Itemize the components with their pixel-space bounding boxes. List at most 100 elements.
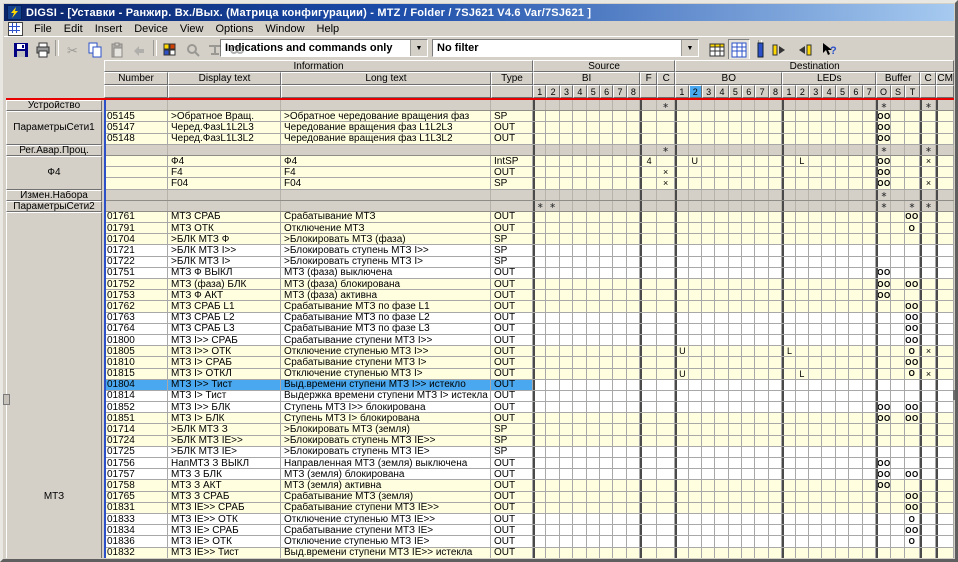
- cell-led7[interactable]: [863, 212, 876, 222]
- cell-long[interactable]: Отключение ступенью МТЗ IE>: [281, 536, 491, 546]
- cell-bo8[interactable]: [769, 111, 782, 121]
- cell-led7[interactable]: [863, 469, 876, 479]
- cell-bo5[interactable]: [729, 324, 742, 334]
- cell-bi3[interactable]: [560, 212, 573, 222]
- cell-bi6[interactable]: [600, 201, 613, 211]
- cell-f[interactable]: [640, 257, 657, 267]
- cell-bi4[interactable]: [573, 268, 586, 278]
- cell-bo2[interactable]: [689, 100, 702, 110]
- cell-led7[interactable]: [863, 190, 876, 200]
- menu-item-insert[interactable]: Insert: [89, 22, 129, 36]
- cell-led2[interactable]: [796, 234, 809, 244]
- cell-bi8[interactable]: [627, 480, 640, 490]
- cell-led7[interactable]: [863, 357, 876, 367]
- cell-bi3[interactable]: [560, 156, 573, 166]
- cell-display[interactable]: МТЗ I>> БЛК: [168, 402, 281, 412]
- cell-type[interactable]: OUT: [491, 122, 533, 132]
- cell-cm[interactable]: [936, 335, 954, 345]
- cell-bo1[interactable]: [675, 313, 688, 323]
- cell-led6[interactable]: [849, 447, 862, 457]
- cell-display[interactable]: МТЗ З СРАБ: [168, 492, 281, 502]
- cell-bo5[interactable]: [729, 424, 742, 434]
- cell-bo7[interactable]: [755, 190, 768, 200]
- cell-bo5[interactable]: [729, 134, 742, 144]
- cell-led4[interactable]: [822, 301, 835, 311]
- cell-bi6[interactable]: [600, 548, 613, 558]
- cell-bo1[interactable]: [675, 436, 688, 446]
- cell-long[interactable]: Ступень МТЗ I>> блокирована: [281, 402, 491, 412]
- cell-t[interactable]: [905, 424, 920, 434]
- cell-number[interactable]: 01757: [104, 469, 168, 479]
- cell-bo8[interactable]: [769, 391, 782, 401]
- cell-led4[interactable]: [822, 234, 835, 244]
- cell-led5[interactable]: [836, 536, 849, 546]
- cell-display[interactable]: МТЗ IE>> ОТК: [168, 514, 281, 524]
- header-led-3[interactable]: 3: [809, 85, 822, 98]
- cell-number[interactable]: 05148: [104, 134, 168, 144]
- cell-bi8[interactable]: [627, 134, 640, 144]
- cell-led2[interactable]: [796, 335, 809, 345]
- cell-led1[interactable]: [782, 525, 795, 535]
- cell-led4[interactable]: [822, 380, 835, 390]
- cell-long[interactable]: МТЗ (земля) блокирована: [281, 469, 491, 479]
- cell-led1[interactable]: [782, 223, 795, 233]
- cell-led6[interactable]: [849, 257, 862, 267]
- cell-bi6[interactable]: [600, 134, 613, 144]
- cell-o[interactable]: OO: [876, 178, 891, 188]
- cell-led3[interactable]: [809, 190, 822, 200]
- cell-bo6[interactable]: [742, 100, 755, 110]
- cell-led6[interactable]: [849, 100, 862, 110]
- cell-display[interactable]: МТЗ СРАБ L1: [168, 301, 281, 311]
- cell-bo3[interactable]: [702, 357, 715, 367]
- cell-bi6[interactable]: [600, 313, 613, 323]
- cell-o[interactable]: OO: [876, 167, 891, 177]
- cell-led6[interactable]: [849, 290, 862, 300]
- cell-long[interactable]: Отключение ступенью МТЗ I>: [281, 369, 491, 379]
- header-bi-4[interactable]: 4: [573, 85, 586, 98]
- cell-number[interactable]: 01756: [104, 458, 168, 468]
- cell-long[interactable]: МТЗ (земля) активна: [281, 480, 491, 490]
- cell-bi6[interactable]: [600, 223, 613, 233]
- table-row-05147[interactable]: 05147Черед.ФазL1L2L3Чередование вращения…: [104, 122, 954, 133]
- cell-bi1[interactable]: [533, 178, 546, 188]
- cell-led3[interactable]: [809, 145, 822, 155]
- cell-f[interactable]: [640, 447, 657, 457]
- cell-bi5[interactable]: [587, 245, 600, 255]
- cell-led1[interactable]: [782, 469, 795, 479]
- cell-bo3[interactable]: [702, 257, 715, 267]
- cell-bi3[interactable]: [560, 178, 573, 188]
- cell-number[interactable]: 01721: [104, 245, 168, 255]
- cell-bi3[interactable]: [560, 525, 573, 535]
- cell-bo4[interactable]: [715, 324, 728, 334]
- cell-bi7[interactable]: [613, 514, 626, 524]
- cell-bi1[interactable]: [533, 145, 546, 155]
- cell-led5[interactable]: [836, 234, 849, 244]
- cell-bi4[interactable]: [573, 223, 586, 233]
- cell-t[interactable]: OO: [905, 469, 920, 479]
- header-bo-8[interactable]: 8: [769, 85, 782, 98]
- cell-s[interactable]: [891, 514, 905, 524]
- cell-number[interactable]: 01836: [104, 536, 168, 546]
- cell-bi6[interactable]: [600, 279, 613, 289]
- cell-bo8[interactable]: [769, 480, 782, 490]
- cell-o[interactable]: [876, 380, 891, 390]
- cell-led1[interactable]: [782, 279, 795, 289]
- cell-bo7[interactable]: [755, 156, 768, 166]
- cell-s[interactable]: [891, 424, 905, 434]
- cell-led4[interactable]: [822, 201, 835, 211]
- cell-bi5[interactable]: [587, 313, 600, 323]
- cell-led1[interactable]: [782, 391, 795, 401]
- cell-s[interactable]: [891, 145, 905, 155]
- cell-led4[interactable]: [822, 369, 835, 379]
- cell-bi4[interactable]: [573, 167, 586, 177]
- cell-led5[interactable]: [836, 245, 849, 255]
- menu-item-window[interactable]: Window: [259, 22, 310, 36]
- cell-led5[interactable]: [836, 492, 849, 502]
- cell-type[interactable]: SP: [491, 447, 533, 457]
- cell-bi7[interactable]: [613, 402, 626, 412]
- cell-bo2[interactable]: [689, 492, 702, 502]
- cell-bo3[interactable]: [702, 122, 715, 132]
- cell-f[interactable]: [640, 324, 657, 334]
- cell-f[interactable]: [640, 436, 657, 446]
- header-bi-2[interactable]: 2: [546, 85, 559, 98]
